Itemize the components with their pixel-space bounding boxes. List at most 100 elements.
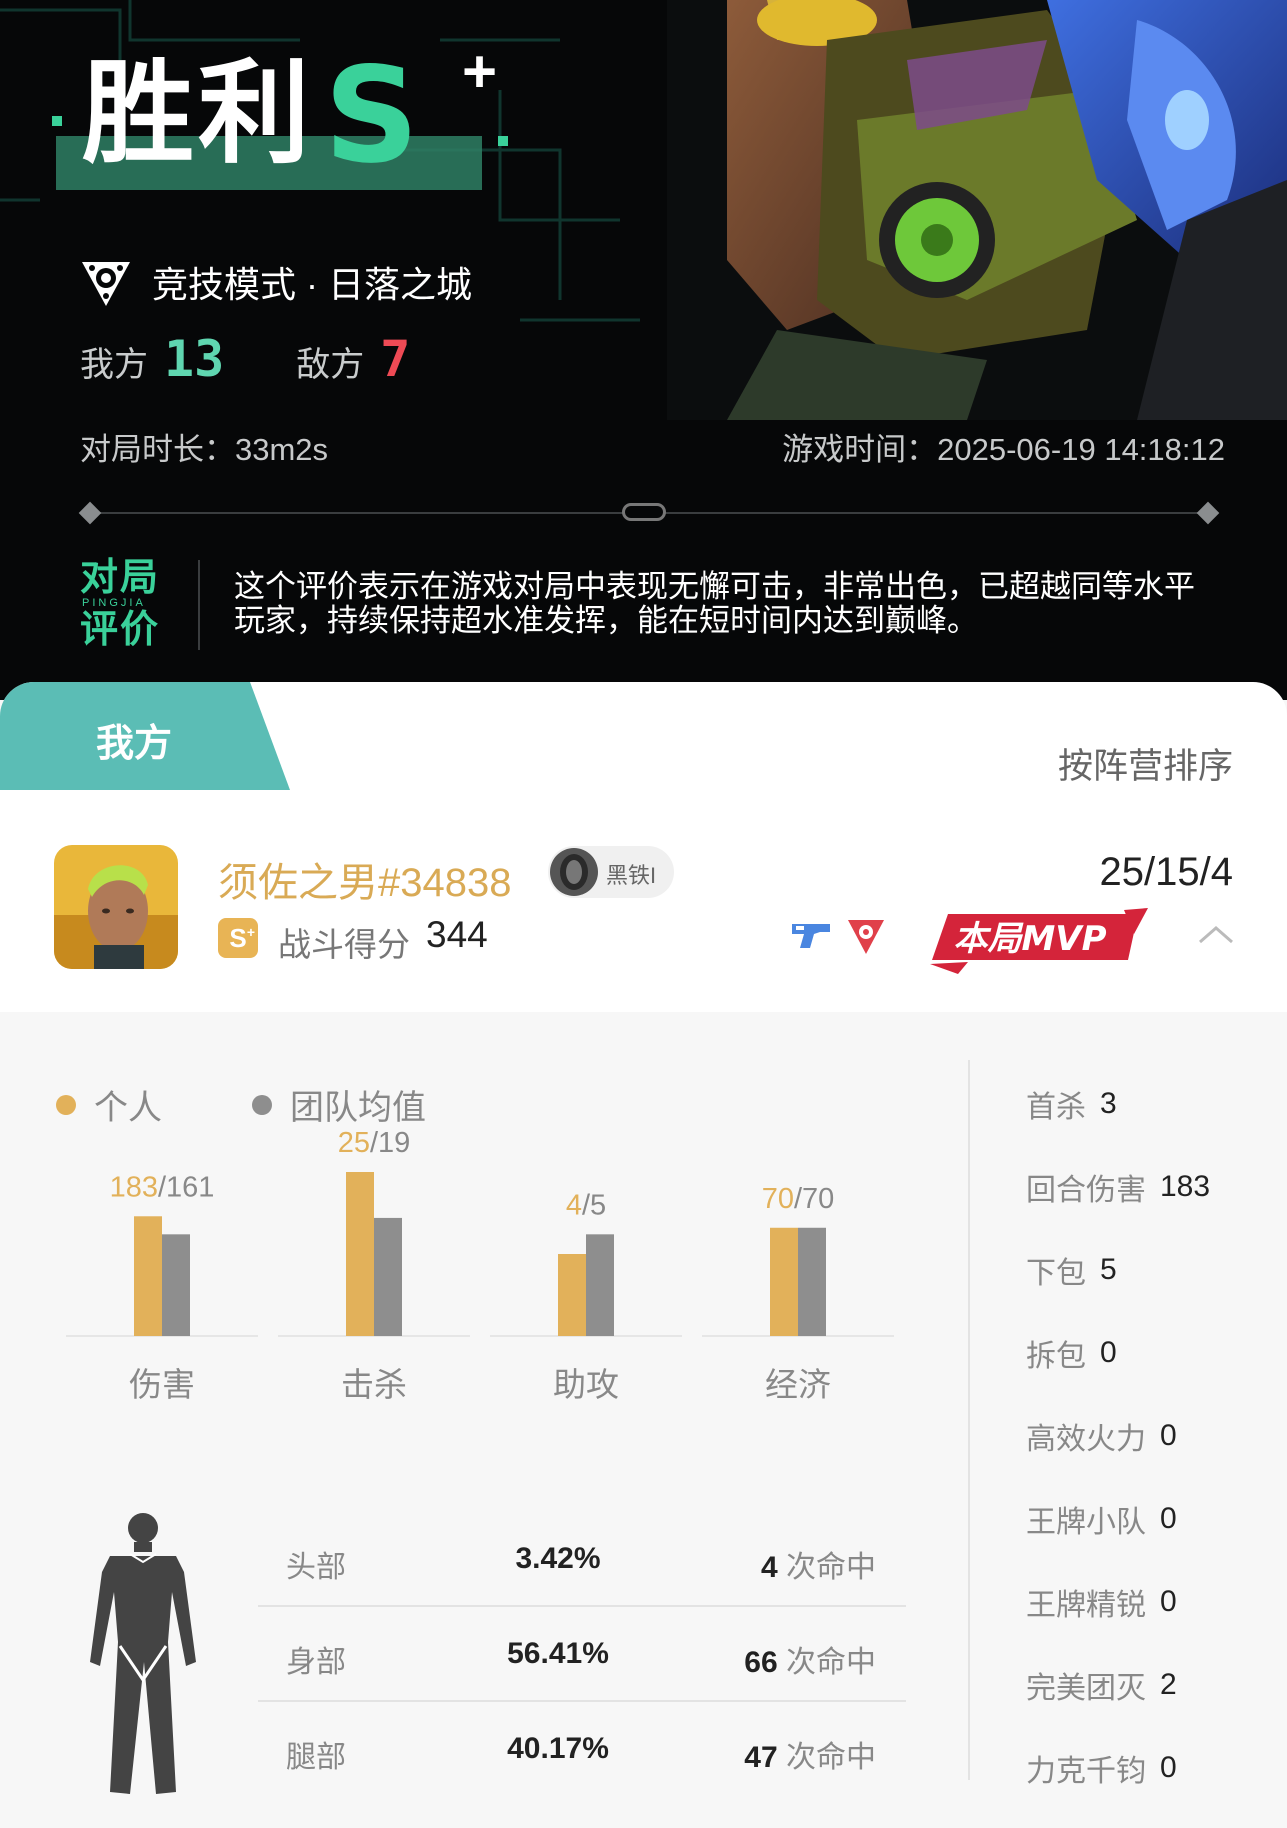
bar-team-0 [162, 1234, 190, 1336]
title-dot-right [498, 136, 508, 146]
team-panel: 我方 按阵营排序 须佐之男#34838 黑铁I S + 战斗得分 344 25/1… [0, 682, 1287, 1828]
eval-title-bottom: 评价 [80, 607, 161, 651]
bar-team-2 [586, 1234, 614, 1336]
hit-row: 头部 3.42% 4 次命中 [258, 1512, 906, 1607]
s-grade-letter: S [229, 923, 247, 953]
title-dot-left [52, 116, 62, 126]
side-stat-item: 回合伤害 183 [1026, 1145, 1276, 1228]
evaluation-text: 这个评价表示在游戏对局中表现无懈可击，非常出色，已超越同等水平玩家，持续保持超水… [234, 569, 1195, 638]
mode-map-row: 竞技模式 · 日落之城 [78, 254, 472, 310]
bar-value-label: 183/161 [110, 1171, 215, 1203]
enemy-team-score: 7 [380, 330, 411, 388]
agent-role-icon [848, 920, 884, 954]
hit-part-label: 腿部 [286, 1741, 346, 1774]
our-team-label: 我方 [80, 346, 148, 384]
bar-personal-0 [134, 1216, 162, 1336]
side-stat-value: 3 [1100, 1086, 1117, 1120]
fight-score-value: 344 [426, 914, 488, 955]
stats-vertical-divider [968, 1060, 970, 1780]
side-stat-item: 完美团灭 2 [1026, 1643, 1276, 1726]
hit-row: 身部 56.41% 66 次命中 [258, 1607, 906, 1702]
side-stat-item: 首杀 3 [1026, 1062, 1276, 1145]
hit-location-table: 头部 3.42% 4 次命中 身部 56.41% 66 次命中 腿部 40.17% 47 次命中 [258, 1512, 906, 1797]
sort-by-team-button[interactable]: 按阵营排序 [1058, 738, 1233, 789]
our-team-score: 13 [164, 330, 225, 388]
side-stat-value: 0 [1160, 1584, 1177, 1618]
hit-count-number: 66 [744, 1646, 786, 1679]
player-name[interactable]: 须佐之男#34838 [218, 850, 511, 908]
tab-my-team-label[interactable]: 我方 [96, 712, 172, 767]
side-stat-label: 王牌精锐 [1026, 1588, 1146, 1622]
side-stat-value: 5 [1100, 1252, 1117, 1286]
divider-center-pill [622, 503, 666, 521]
side-stat-value: 0 [1160, 1501, 1177, 1535]
bar-team-1 [374, 1217, 402, 1336]
bar-personal-1 [346, 1172, 374, 1336]
hit-count-unit: 次命中 [786, 1646, 876, 1679]
hit-part-label: 身部 [286, 1646, 346, 1679]
body-silhouette-icon [90, 1513, 196, 1794]
side-stat-label: 王牌小队 [1026, 1505, 1146, 1539]
category-label: 伤害 [129, 1366, 195, 1403]
hit-percentage: 40.17% [507, 1732, 609, 1765]
result-title: 胜利 S + [52, 38, 522, 193]
team-score: 我方 13 敌方 7 [80, 330, 410, 388]
evaluation-badge: 对局 PINGJIA 评价 [80, 558, 180, 658]
side-stat-item: 拆包 0 [1026, 1311, 1276, 1394]
iron-rank-icon [550, 848, 598, 896]
hit-percentage: 3.42% [515, 1542, 601, 1575]
match-duration: 对局时长：33m2s [80, 432, 329, 467]
game-time: 游戏时间：2025-06-19 14:18:12 [782, 432, 1225, 467]
legend-personal-dot [56, 1094, 76, 1115]
legend-team-dot [252, 1094, 272, 1115]
agent-artwork [667, 0, 1287, 420]
side-stat-label: 拆包 [1026, 1339, 1086, 1373]
hit-count-unit: 次命中 [786, 1551, 876, 1584]
weapon-icon [792, 924, 830, 948]
side-stat-label: 回合伤害 [1026, 1173, 1146, 1207]
enemy-team-label: 敌方 [296, 346, 365, 384]
bar-value-label: 4/5 [566, 1189, 606, 1221]
side-stat-label: 完美团灭 [1026, 1671, 1146, 1705]
evaluation-separator [198, 560, 200, 650]
bar-personal-2 [558, 1254, 586, 1336]
hit-count-number: 4 [760, 1551, 786, 1584]
performance-bar-chart: 183/161 伤害 25/19 击杀 4/5 助攻 70/70 经济 [66, 1127, 894, 1403]
mvp-badge: 本局MVP [930, 908, 1148, 974]
side-stat-label: 高效火力 [1026, 1422, 1146, 1456]
side-stats-list: 首杀 3 回合伤害 183 下包 5 拆包 0 高效火力 0 王牌小队 0 王牌精锐 0 完美团灭 2 力克千钧… [1026, 1062, 1276, 1809]
side-stat-value: 0 [1100, 1335, 1117, 1369]
bar-personal-3 [770, 1227, 798, 1336]
side-stat-value: 0 [1160, 1750, 1177, 1784]
chevron-up-icon[interactable] [1196, 922, 1236, 946]
stats-area: 个人 团队均值 183/161 伤害 25/19 击杀 4/5 助攻 70/70 经济 首杀 3… [0, 1012, 1287, 1828]
player-row[interactable]: 须佐之男#34838 黑铁I S+ 战斗得分 344 25/15/4 本局MV [0, 790, 1287, 1012]
kda-value: 25/15/4 [1099, 850, 1233, 894]
hit-count: 47 次命中 [744, 1732, 876, 1776]
hit-row: 腿部 40.17% 47 次命中 [258, 1702, 906, 1797]
side-stat-label: 下包 [1026, 1256, 1086, 1290]
hit-count: 4 次命中 [761, 1542, 876, 1586]
side-stat-item: 下包 5 [1026, 1228, 1276, 1311]
competitive-mode-icon [82, 262, 130, 306]
side-stat-item: 王牌小队 0 [1026, 1477, 1276, 1560]
bar-team-3 [798, 1227, 826, 1336]
mode-map-text: 竞技模式 · 日落之城 [152, 264, 472, 305]
hit-part-label: 头部 [286, 1551, 346, 1584]
hit-count: 66 次命中 [744, 1637, 876, 1681]
bar-value-label: 25/19 [338, 1127, 411, 1159]
s-grade-icon: S + [218, 918, 258, 958]
side-stat-label: 首杀 [1026, 1090, 1086, 1124]
eval-title-top: 对局 [80, 555, 161, 599]
grade-letter: S [324, 39, 420, 193]
category-label: 助攻 [553, 1366, 619, 1403]
mvp-label: 本局MVP [953, 919, 1106, 959]
side-stat-item: 王牌精锐 0 [1026, 1560, 1276, 1643]
hit-count-unit: 次命中 [786, 1741, 876, 1774]
result-hero: 胜利 S + 竞技模式 · 日落之城 我方 13 敌方 7 对局时长：33m2s… [0, 0, 1287, 700]
side-stat-item: 力克千钧 0 [1026, 1726, 1276, 1809]
rank-badge: 黑铁I [548, 846, 674, 898]
side-stat-value: 183 [1160, 1169, 1211, 1203]
hit-count-number: 47 [744, 1741, 786, 1774]
side-stat-value: 2 [1160, 1667, 1177, 1701]
